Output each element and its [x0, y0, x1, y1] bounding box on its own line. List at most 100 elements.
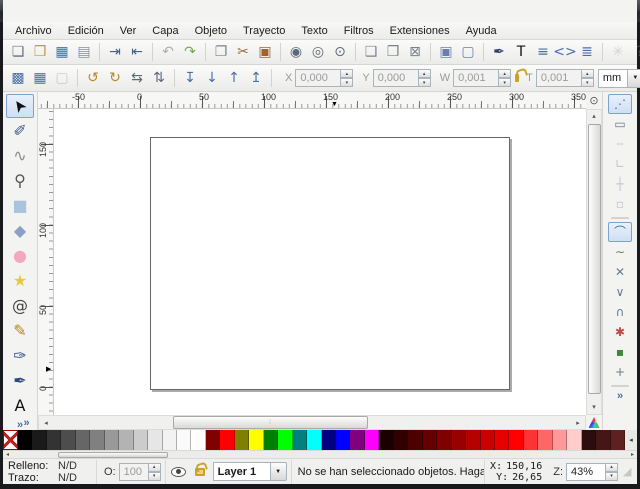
x-field[interactable]	[295, 69, 341, 87]
color-swatch[interactable]	[596, 430, 610, 450]
deselect-icon[interactable]: ▢	[51, 67, 73, 89]
toolbar-button[interactable]	[174, 69, 175, 87]
horizontal-ruler[interactable]: -50050100150200250300350 ▼	[38, 92, 586, 109]
box3d-tool[interactable]: ◆	[6, 219, 34, 243]
duplicate-icon[interactable]: ❑	[360, 41, 382, 63]
color-swatch[interactable]	[582, 430, 596, 450]
snap-bbox-edges-icon[interactable]: ╌	[608, 134, 632, 154]
document-page[interactable]	[150, 137, 510, 390]
menu-item[interactable]: Ver	[112, 23, 145, 39]
toolbar-button[interactable]	[355, 43, 356, 61]
ungroup-icon[interactable]: ▢	[457, 41, 479, 63]
menu-item[interactable]: Extensiones	[382, 23, 458, 39]
snap-object-centers-icon[interactable]: ▪	[608, 342, 632, 362]
color-managed-view-button[interactable]	[586, 415, 602, 430]
snap-smooth-nodes-icon[interactable]: ∩	[608, 302, 632, 322]
menu-item[interactable]: Trayecto	[235, 23, 293, 39]
calligraphy-tool[interactable]: ✒	[6, 369, 34, 393]
color-swatch[interactable]	[191, 430, 205, 450]
color-swatch[interactable]	[466, 430, 480, 450]
y-field[interactable]	[373, 69, 419, 87]
pencil-tool[interactable]: ✎	[6, 319, 34, 343]
snap-cusp-nodes-icon[interactable]: ∨	[608, 282, 632, 302]
color-swatch[interactable]	[481, 430, 495, 450]
fill-stroke-dialog-icon[interactable]: ✒	[488, 41, 510, 63]
color-swatch[interactable]	[105, 430, 119, 450]
color-swatch[interactable]	[177, 430, 191, 450]
toolbar-button[interactable]	[77, 69, 78, 87]
menu-item[interactable]: Edición	[60, 23, 112, 39]
unlink-clone-icon[interactable]: ⊠	[404, 41, 426, 63]
color-swatch[interactable]	[206, 430, 220, 450]
toolbar-button[interactable]	[205, 43, 206, 61]
color-swatch[interactable]	[336, 430, 350, 450]
color-swatch[interactable]	[611, 430, 625, 450]
toolbar-button[interactable]	[280, 43, 281, 61]
flip-horizontal-icon[interactable]: ⇆	[126, 67, 148, 89]
height-field[interactable]	[536, 69, 582, 87]
color-swatch[interactable]	[495, 430, 509, 450]
snap-rotation-centers-icon[interactable]: +	[608, 362, 632, 382]
raise-step-icon[interactable]: ↑	[223, 67, 245, 89]
x-field-spinner[interactable]: ▴▾	[341, 69, 353, 87]
select-all-layers-icon[interactable]: ▦	[29, 67, 51, 89]
snap-bbox-icon[interactable]: ▭	[608, 114, 632, 134]
menu-item[interactable]: Ayuda	[458, 23, 505, 39]
palette-scroll-left-icon[interactable]: ◂	[625, 430, 637, 450]
scroll-down-icon[interactable]: ▾	[587, 401, 601, 414]
redo-icon[interactable]: ↷	[179, 41, 201, 63]
color-swatch[interactable]	[394, 430, 408, 450]
zoom-tool[interactable]: ⚲	[6, 169, 34, 193]
no-color-swatch[interactable]	[3, 430, 18, 450]
color-swatch[interactable]	[32, 430, 46, 450]
snap-bbox-corners-icon[interactable]: ∟	[608, 154, 632, 174]
import-icon[interactable]: ⇥	[104, 41, 126, 63]
open-document-icon[interactable]: ❒	[29, 41, 51, 63]
color-swatch[interactable]	[47, 430, 61, 450]
menu-item[interactable]: Capa	[144, 23, 186, 39]
layers-dialog-icon[interactable]: ≡	[532, 41, 554, 63]
unit-dropdown[interactable]: mm ▼	[598, 69, 640, 88]
snap-bbox-centers-icon[interactable]: ▫	[608, 194, 632, 214]
canvas[interactable]	[54, 109, 586, 415]
create-clone-icon[interactable]: ❒	[382, 41, 404, 63]
menu-item[interactable]: Filtros	[336, 23, 382, 39]
document-properties-icon[interactable]: ?	[629, 41, 640, 63]
align-dialog-icon[interactable]: ≣	[576, 41, 598, 63]
color-swatch[interactable]	[553, 430, 567, 450]
color-swatch[interactable]	[249, 430, 263, 450]
node-editor-tool[interactable]: ✐	[6, 119, 34, 143]
scroll-up-icon[interactable]: ▴	[587, 110, 601, 123]
ruler-corner-icon[interactable]: ⊙	[586, 92, 602, 109]
zoom-spinner[interactable]: ▴▾	[606, 463, 618, 481]
fill-stroke-indicator[interactable]: Relleno:N/D Trazo:N/D	[5, 460, 97, 484]
toolbar-button[interactable]	[430, 43, 431, 61]
zoom-selection-icon[interactable]: ◉	[285, 41, 307, 63]
star-tool[interactable]: ★	[6, 269, 34, 293]
toolbar-button[interactable]	[271, 69, 272, 87]
toolbar-button[interactable]	[602, 43, 603, 61]
horizontal-scroll-thumb[interactable]: ⦙	[173, 416, 368, 429]
selector-tool[interactable]: ➤	[6, 94, 34, 118]
raise-to-top-icon[interactable]: ↥	[245, 67, 267, 89]
xml-editor-icon[interactable]: <>	[554, 41, 576, 63]
lower-step-icon[interactable]: ↓	[201, 67, 223, 89]
bezier-tool[interactable]: ✑	[6, 344, 34, 368]
width-field[interactable]	[453, 69, 499, 87]
rotate-cw-icon[interactable]: ↻	[104, 67, 126, 89]
color-swatch[interactable]	[538, 430, 552, 450]
lower-to-bottom-icon[interactable]: ↧	[179, 67, 201, 89]
paste-icon[interactable]: ▣	[254, 41, 276, 63]
horizontal-scrollbar[interactable]: ◂ ⦙ ▸	[38, 415, 586, 430]
color-swatch[interactable]	[148, 430, 162, 450]
new-document-icon[interactable]: ❏	[7, 41, 29, 63]
color-swatch[interactable]	[134, 430, 148, 450]
vertical-scroll-thumb[interactable]	[588, 124, 601, 394]
select-all-icon[interactable]: ▩	[7, 67, 29, 89]
snap-paths-icon[interactable]: ∼	[608, 242, 632, 262]
flip-vertical-icon[interactable]: ⇅	[148, 67, 170, 89]
color-swatch[interactable]	[365, 430, 379, 450]
color-swatch[interactable]	[322, 430, 336, 450]
tweak-tool[interactable]: ∿	[6, 144, 34, 168]
copy-icon[interactable]: ❐	[210, 41, 232, 63]
